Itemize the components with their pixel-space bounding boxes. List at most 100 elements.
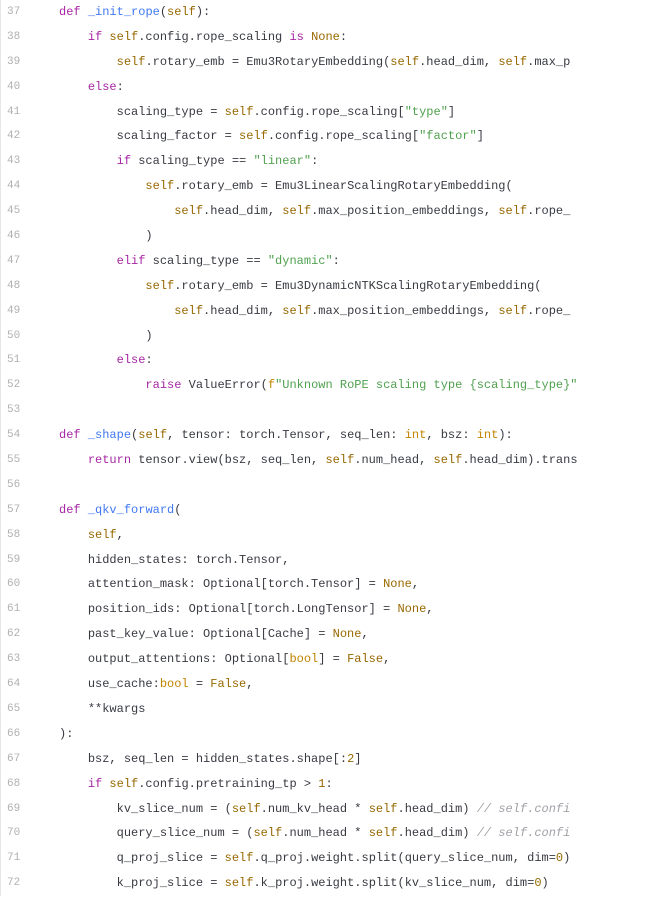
line-number: 37	[7, 0, 20, 25]
code-line[interactable]: k_proj_slice = self.k_proj.weight.split(…	[30, 871, 668, 896]
token-p: ):	[498, 428, 512, 442]
token-fs: f	[268, 378, 275, 392]
line-number: 66	[7, 722, 20, 747]
token-p: =	[189, 677, 211, 691]
token-str: "dynamic"	[268, 254, 333, 268]
token-p: :	[117, 80, 124, 94]
token-slf: self	[109, 30, 138, 44]
token-slf: self	[282, 204, 311, 218]
token-slf: self	[498, 304, 527, 318]
token-p: ,	[412, 577, 419, 591]
code-line[interactable]: past_key_value: Optional[Cache] = None,	[30, 622, 668, 647]
code-line[interactable]: def _shape(self, tensor: torch.Tensor, s…	[30, 423, 668, 448]
code-line[interactable]: else:	[30, 75, 668, 100]
code-line[interactable]: output_attentions: Optional[bool] = Fals…	[30, 647, 668, 672]
code-line[interactable]: scaling_type = self.config.rope_scaling[…	[30, 100, 668, 125]
code-line[interactable]: **kwargs	[30, 697, 668, 722]
code-line[interactable]: position_ids: Optional[torch.LongTensor]…	[30, 597, 668, 622]
token-slf: self	[498, 204, 527, 218]
code-line[interactable]: if self.config.pretraining_tp > 1:	[30, 772, 668, 797]
line-number: 41	[7, 100, 20, 125]
token-p: )	[145, 329, 152, 343]
token-slf: self	[138, 428, 167, 442]
code-line[interactable]: bsz, seq_len = hidden_states.shape[:2]	[30, 747, 668, 772]
line-number: 38	[7, 25, 20, 50]
line-number: 55	[7, 448, 20, 473]
code-line[interactable]	[30, 398, 668, 423]
token-p: :	[333, 254, 340, 268]
code-line[interactable]: else:	[30, 348, 668, 373]
token-p	[304, 30, 311, 44]
token-p: .config.pretraining_tp >	[138, 777, 318, 791]
code-line[interactable]: self.rotary_emb = Emu3LinearScalingRotar…	[30, 174, 668, 199]
line-number: 48	[7, 274, 20, 299]
token-slf: None	[333, 627, 362, 641]
code-line[interactable]: ):	[30, 722, 668, 747]
code-line[interactable]: self.head_dim, self.max_position_embeddi…	[30, 299, 668, 324]
token-kw: def	[59, 503, 81, 517]
line-number: 62	[7, 622, 20, 647]
code-line[interactable]: if self.config.rope_scaling is None:	[30, 25, 668, 50]
code-line[interactable]: raise ValueError(f"Unknown RoPE scaling …	[30, 373, 668, 398]
token-p: .head_dim,	[203, 204, 282, 218]
token-slf: self	[369, 802, 398, 816]
code-line[interactable]: use_cache:bool = False,	[30, 672, 668, 697]
code-line[interactable]: )	[30, 224, 668, 249]
token-p: .head_dim).trans	[462, 453, 577, 467]
line-number: 57	[7, 498, 20, 523]
token-slf: self	[167, 5, 196, 19]
token-cm: // self.confi	[477, 826, 571, 840]
line-number: 63	[7, 647, 20, 672]
code-line[interactable]: elif scaling_type == "dynamic":	[30, 249, 668, 274]
token-p: .num_head,	[354, 453, 433, 467]
token-p: tensor.view(bsz, seq_len,	[131, 453, 325, 467]
token-p: ]	[448, 105, 455, 119]
code-line[interactable]: self,	[30, 523, 668, 548]
code-line[interactable]: self.rotary_emb = Emu3RotaryEmbedding(se…	[30, 50, 668, 75]
token-p: .num_head *	[282, 826, 368, 840]
token-p: k_proj_slice =	[117, 876, 225, 890]
code-line[interactable]: kv_slice_num = (self.num_kv_head * self.…	[30, 797, 668, 822]
code-line[interactable]: def _qkv_forward(	[30, 498, 668, 523]
line-number: 72	[7, 871, 20, 896]
code-line[interactable]	[30, 473, 668, 498]
token-slf: self	[145, 279, 174, 293]
line-number: 70	[7, 821, 20, 846]
line-number: 61	[7, 597, 20, 622]
code-line[interactable]: def _init_rope(self):	[30, 0, 668, 25]
line-number: 53	[7, 398, 20, 423]
line-number: 52	[7, 373, 20, 398]
token-str: "Unknown RoPE scaling type {scaling_type…	[275, 378, 577, 392]
line-number: 64	[7, 672, 20, 697]
code-line[interactable]: q_proj_slice = self.q_proj.weight.split(…	[30, 846, 668, 871]
token-p: .head_dim,	[203, 304, 282, 318]
code-line[interactable]: query_slice_num = (self.num_head * self.…	[30, 821, 668, 846]
token-slf: None	[311, 30, 340, 44]
token-slf: self	[225, 851, 254, 865]
code-line[interactable]: scaling_factor = self.config.rope_scalin…	[30, 124, 668, 149]
token-p: )	[145, 229, 152, 243]
code-line[interactable]: self.head_dim, self.max_position_embeddi…	[30, 199, 668, 224]
code-line[interactable]: hidden_states: torch.Tensor,	[30, 548, 668, 573]
token-slf: None	[383, 577, 412, 591]
token-p: (	[160, 5, 167, 19]
token-cm: // self.confi	[477, 802, 571, 816]
token-p: .rope_	[527, 204, 570, 218]
token-p: :	[340, 30, 347, 44]
token-slf: self	[117, 55, 146, 69]
token-p: q_proj_slice =	[117, 851, 225, 865]
code-line[interactable]: return tensor.view(bsz, seq_len, self.nu…	[30, 448, 668, 473]
line-number: 49	[7, 299, 20, 324]
code-line[interactable]: attention_mask: Optional[torch.Tensor] =…	[30, 572, 668, 597]
line-number: 42	[7, 124, 20, 149]
code-line[interactable]: self.rotary_emb = Emu3DynamicNTKScalingR…	[30, 274, 668, 299]
line-number: 45	[7, 199, 20, 224]
code-line[interactable]: if scaling_type == "linear":	[30, 149, 668, 174]
code-line[interactable]: )	[30, 324, 668, 349]
token-p: kv_slice_num = (	[117, 802, 232, 816]
line-number: 50	[7, 324, 20, 349]
token-fn: _shape	[88, 428, 131, 442]
line-number: 54	[7, 423, 20, 448]
line-number: 65	[7, 697, 20, 722]
code-area[interactable]: def _init_rope(self): if self.config.rop…	[30, 0, 668, 896]
